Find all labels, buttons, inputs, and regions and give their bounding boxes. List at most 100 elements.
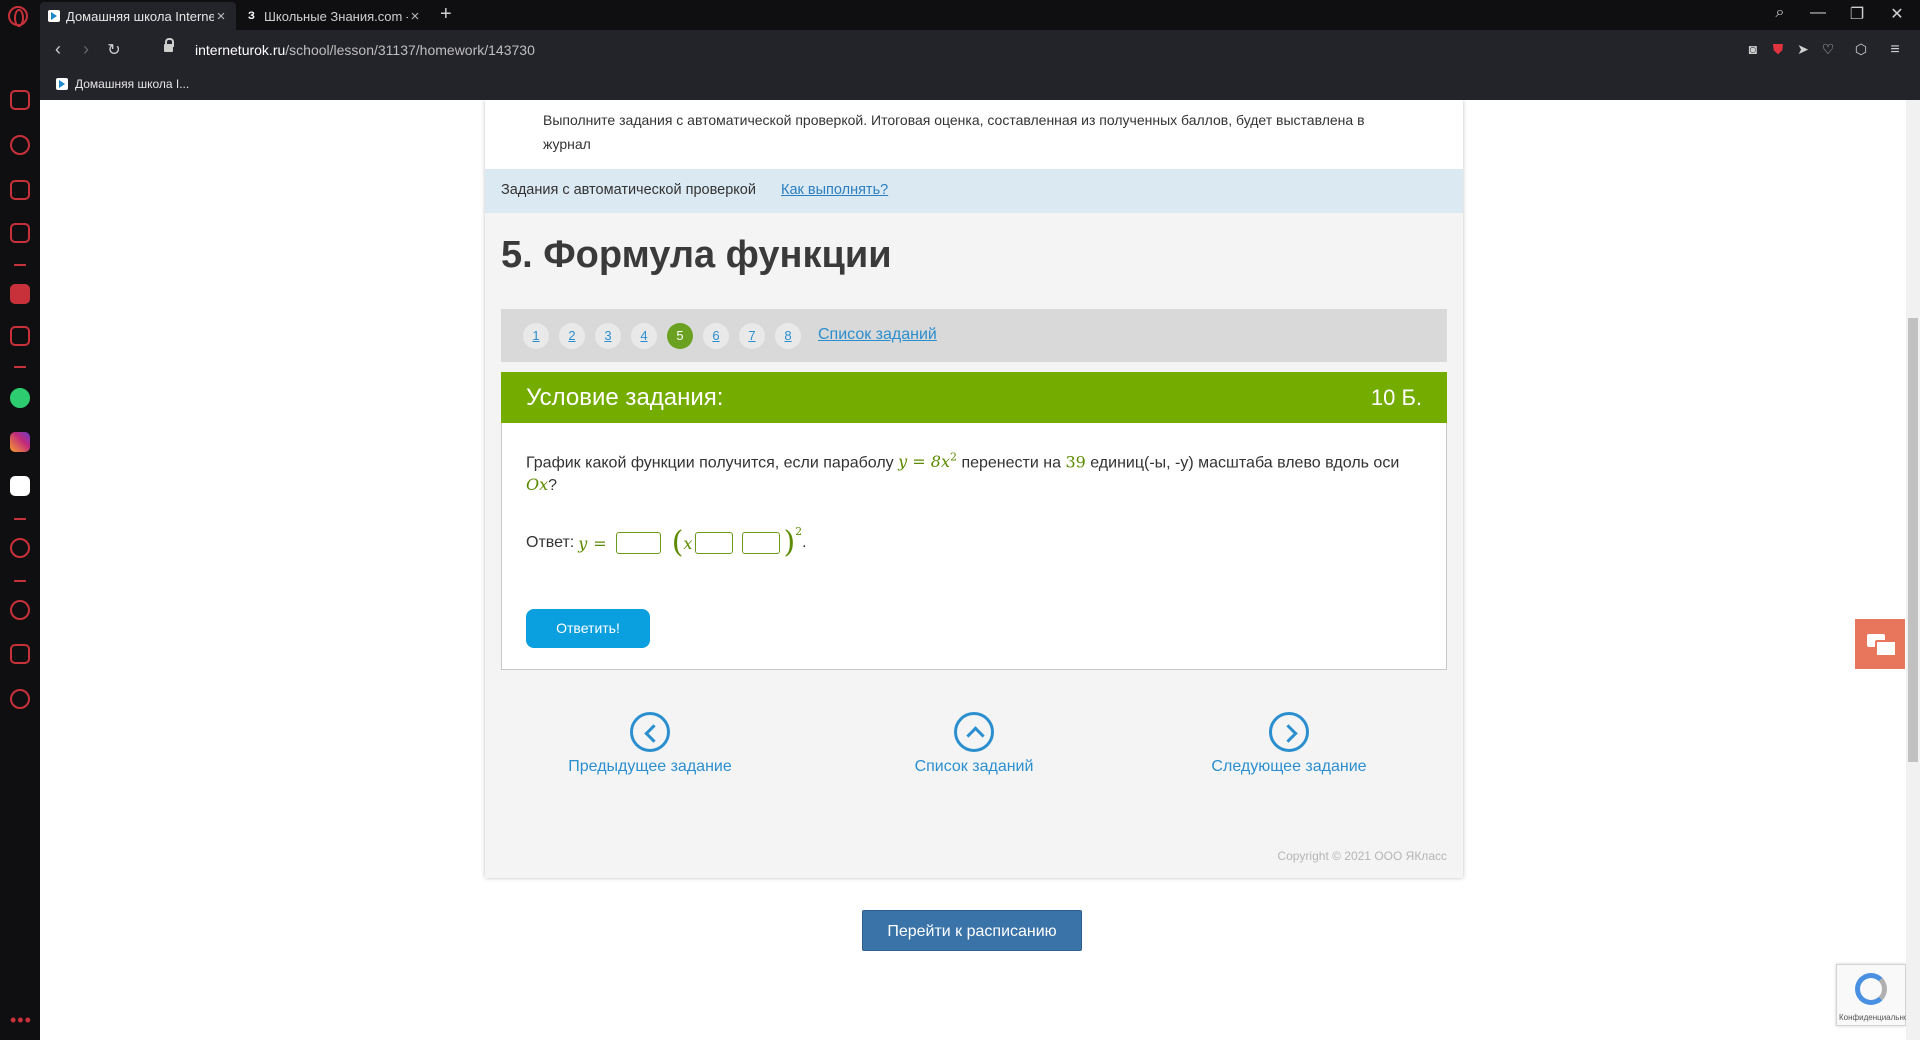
search-tabs-icon[interactable]: ⌕ (1765, 4, 1795, 22)
condition-header: Условие задания: 10 Б. (501, 372, 1447, 423)
tab-title: Домашняя школа Internet (66, 8, 214, 24)
page-link-5-current[interactable]: 5 (667, 323, 693, 349)
task-list-nav-link[interactable]: Список заданий (889, 712, 1059, 776)
chat-icon[interactable] (1855, 619, 1905, 669)
page-link-2[interactable]: 2 (559, 323, 585, 349)
arrow-right-circle-icon (1269, 712, 1309, 752)
lock-icon[interactable] (164, 38, 174, 52)
twitch-icon[interactable] (10, 223, 30, 243)
auto-check-bar: Задания с автоматической проверкой Как в… (485, 169, 1463, 213)
game-controller-icon[interactable] (10, 326, 30, 346)
task-pager: 1 2 3 4 5 6 7 8 Список заданий (501, 309, 1447, 362)
gamepad-icon[interactable] (10, 90, 30, 110)
snapshot-icon[interactable]: ◙ (1744, 41, 1762, 59)
question-part3: единиц(-ы, -у) масштаба влево вдоль оси (1090, 454, 1400, 472)
scrollbar-thumb[interactable] (1908, 318, 1918, 762)
tab-inactive[interactable]: З Школьные Знания.com - Р × (240, 2, 430, 30)
answer-dot: . (802, 534, 807, 551)
arrow-left-circle-icon (630, 712, 670, 752)
recaptcha-badge[interactable]: Конфиденциальность (1836, 964, 1920, 1026)
url-host: interneturok.ru (195, 42, 286, 58)
whatsapp-icon[interactable] (10, 388, 30, 408)
close-paren: ) (783, 525, 796, 560)
browser-sidebar: ••• (0, 30, 40, 1040)
address-bar: ‹ › ↻ interneturok.ru/school/lesson/3113… (40, 30, 1920, 70)
answer-x: x (683, 533, 693, 553)
formula-parabola: y = 8x2 (898, 451, 957, 472)
prev-task-link[interactable]: Предыдущее задание (565, 712, 735, 776)
discord-icon[interactable] (10, 476, 30, 496)
bookmark-item[interactable]: Домашняя школа I... (56, 77, 189, 91)
answer-shift-input[interactable] (742, 532, 781, 554)
tab-active[interactable]: Домашняя школа Internet × (40, 2, 236, 30)
points-badge: 10 Б. (1370, 385, 1422, 410)
answer-eq: = (593, 533, 607, 553)
tab-close-icon[interactable]: × (214, 8, 228, 25)
forward-icon[interactable]: › (76, 39, 96, 60)
formula-y: y (898, 452, 908, 472)
answer-label: Ответ: (526, 534, 575, 551)
next-task-label: Следующее задание (1211, 758, 1367, 775)
question-part2: перенести на (961, 454, 1061, 472)
copyright: Copyright © 2021 ООО ЯКласс (1277, 849, 1447, 863)
bookmark-label: Домашняя школа I... (75, 77, 190, 91)
box-icon[interactable]: ⬡ (1852, 41, 1870, 59)
znanija-favicon-icon: З (248, 10, 255, 22)
answer-coefficient-input[interactable] (615, 532, 661, 554)
history-icon[interactable] (10, 600, 30, 620)
briefcase-icon[interactable] (10, 180, 30, 200)
speed-dial-icon[interactable] (10, 135, 30, 155)
instagram-icon[interactable] (10, 432, 30, 452)
answer-row: Ответ: y = ( x ) 2 . (526, 523, 807, 563)
player-icon[interactable] (10, 538, 30, 558)
extensions-box-icon[interactable] (10, 644, 30, 664)
formula-exp: 2 (949, 451, 957, 464)
close-window-icon[interactable]: ✕ (1882, 4, 1912, 24)
page-link-1[interactable]: 1 (523, 323, 549, 349)
page-link-7[interactable]: 7 (739, 323, 765, 349)
url-field[interactable]: interneturok.ru/school/lesson/31137/home… (195, 42, 535, 58)
answer-sign-input[interactable] (695, 532, 734, 554)
opera-logo-icon[interactable] (8, 6, 28, 27)
formula-x: x (940, 452, 950, 472)
next-task-link[interactable]: Следующее задание (1204, 712, 1374, 776)
page-link-4[interactable]: 4 (631, 323, 657, 349)
restore-icon[interactable]: ❐ (1842, 4, 1872, 24)
heart-icon[interactable]: ♡ (1819, 41, 1837, 59)
shift-value: 39 (1065, 452, 1086, 472)
go-to-schedule-button[interactable]: Перейти к расписанию (862, 910, 1082, 951)
more-icon[interactable]: ••• (10, 1010, 32, 1031)
task-list-link[interactable]: Список заданий (818, 326, 937, 344)
question-part1: График какой функции получится, если пар… (526, 454, 894, 472)
answer-y: y (578, 533, 588, 553)
minimize-icon[interactable]: — (1803, 4, 1833, 22)
homework-card: Выполните задания с автоматической прове… (485, 100, 1463, 878)
page-link-8[interactable]: 8 (775, 323, 801, 349)
scrollbar[interactable] (1906, 100, 1920, 1040)
send-icon[interactable]: ➤ (1794, 41, 1812, 59)
open-paren: ( (671, 525, 684, 560)
page-link-3[interactable]: 3 (595, 323, 621, 349)
task-navigation: Предыдущее задание Список заданий Следую… (485, 712, 1463, 792)
submit-answer-button[interactable]: Ответить! (526, 609, 650, 648)
formula-eq: = (912, 452, 926, 472)
tab-close-icon[interactable]: × (408, 8, 422, 25)
reload-icon[interactable]: ↻ (104, 40, 124, 60)
recaptcha-logo-icon (1855, 973, 1887, 1005)
back-icon[interactable]: ‹ (48, 39, 68, 60)
condition-body: График какой функции получится, если пар… (501, 423, 1447, 670)
page-link-6[interactable]: 6 (703, 323, 729, 349)
easy-setup-icon[interactable]: ≡ (1886, 41, 1904, 59)
answer-exp: 2 (795, 525, 803, 538)
browser-tab-strip: Домашняя школа Internet × З Школьные Зна… (0, 0, 1920, 30)
settings-gear-icon[interactable] (10, 689, 30, 709)
how-to-link[interactable]: Как выполнять? (781, 182, 888, 198)
axis-label: Ox (526, 475, 549, 495)
tab-title: Школьные Знания.com - Р (264, 8, 408, 24)
prev-task-label: Предыдущее задание (568, 758, 732, 775)
sidebar-divider (14, 518, 26, 520)
intro-text: Выполните задания с автоматической прове… (543, 112, 1365, 152)
home-icon[interactable] (10, 284, 30, 304)
adblock-shield-icon[interactable]: ⛊ (1769, 41, 1787, 59)
new-tab-icon[interactable]: + (440, 3, 452, 26)
